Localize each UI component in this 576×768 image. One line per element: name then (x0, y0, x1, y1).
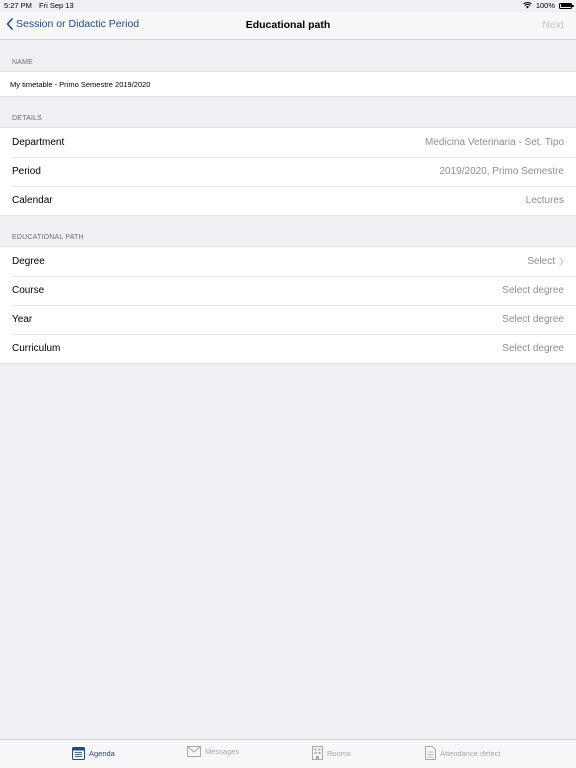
year-row[interactable]: Year Select degree (0, 305, 576, 334)
tab-rooms-label: Rooms (327, 748, 351, 758)
battery-icon (559, 2, 574, 9)
period-row[interactable]: Period 2019/2020, Primo Semestre (0, 157, 576, 186)
details-group: Department Medicina Veterinaria - Set. T… (0, 127, 576, 216)
navigation-bar: Session or Didactic Period Educational p… (0, 12, 576, 40)
department-row[interactable]: Department Medicina Veterinaria - Set. T… (0, 128, 576, 157)
calendar-row[interactable]: Calendar Lectures (0, 186, 576, 215)
degree-label: Degree (12, 256, 45, 267)
tab-attendance-detect[interactable]: Attendance detect (425, 746, 500, 760)
educational-path-group: Degree Select Course Select degree Year … (0, 246, 576, 364)
department-value: Medicina Veterinaria - Set. Tipo (425, 137, 564, 148)
details-section-header: DETAILS (12, 115, 43, 122)
period-label: Period (12, 166, 41, 177)
calendar-value: Lectures (525, 195, 564, 206)
calendar-label: Calendar (12, 195, 53, 206)
curriculum-value: Select degree (502, 343, 564, 354)
status-left: 5:27 PM Fri Sep 13 (4, 1, 79, 10)
degree-row[interactable]: Degree Select (0, 247, 576, 276)
year-label: Year (12, 314, 33, 325)
next-button[interactable]: Next (542, 19, 564, 31)
document-icon (425, 746, 436, 760)
tab-agenda-label: Agenda (89, 748, 115, 758)
battery-percent: 100% (535, 1, 555, 10)
name-field[interactable]: My timetable - Primo Semestre 2019/2020 (0, 72, 576, 96)
status-time: 5:27 PM (4, 1, 32, 10)
name-value: My timetable - Primo Semestre 2019/2020 (10, 79, 151, 89)
chevron-right-icon (559, 257, 564, 266)
curriculum-row[interactable]: Curriculum Select degree (0, 334, 576, 363)
course-value: Select degree (502, 285, 564, 296)
period-value: 2019/2020, Primo Semestre (439, 166, 564, 177)
back-button-label: Session or Didactic Period (16, 18, 140, 30)
degree-value-wrap: Select (527, 256, 564, 267)
curriculum-label: Curriculum (12, 343, 61, 354)
degree-value: Select (527, 256, 555, 267)
status-right: 100% (522, 1, 574, 10)
name-section-header: NAME (12, 59, 34, 66)
course-row[interactable]: Course Select degree (0, 276, 576, 305)
tab-rooms[interactable]: Rooms (312, 746, 351, 760)
course-label: Course (12, 285, 45, 296)
tab-agenda[interactable]: Agenda (72, 746, 115, 760)
department-label: Department (12, 137, 65, 148)
status-bar: 5:27 PM Fri Sep 13 100% (0, 0, 576, 12)
wifi-icon (522, 2, 532, 9)
tab-attendance-detect-label: Attendance detect (440, 748, 501, 758)
calendar-icon (72, 747, 85, 760)
tab-messages[interactable]: Messages (187, 746, 239, 757)
envelope-icon (187, 746, 201, 757)
name-group: My timetable - Primo Semestre 2019/2020 (0, 71, 576, 97)
back-button[interactable]: Session or Didactic Period (6, 18, 139, 30)
status-date: Fri Sep 13 (39, 1, 74, 10)
chevron-left-icon (6, 18, 13, 30)
building-icon (312, 746, 323, 760)
tab-bar: Agenda Messages Rooms Attendance detect (0, 739, 576, 768)
year-value: Select degree (502, 314, 564, 325)
educational-path-section-header: EDUCATIONAL PATH (12, 234, 84, 241)
tab-messages-label: Messages (205, 747, 240, 756)
